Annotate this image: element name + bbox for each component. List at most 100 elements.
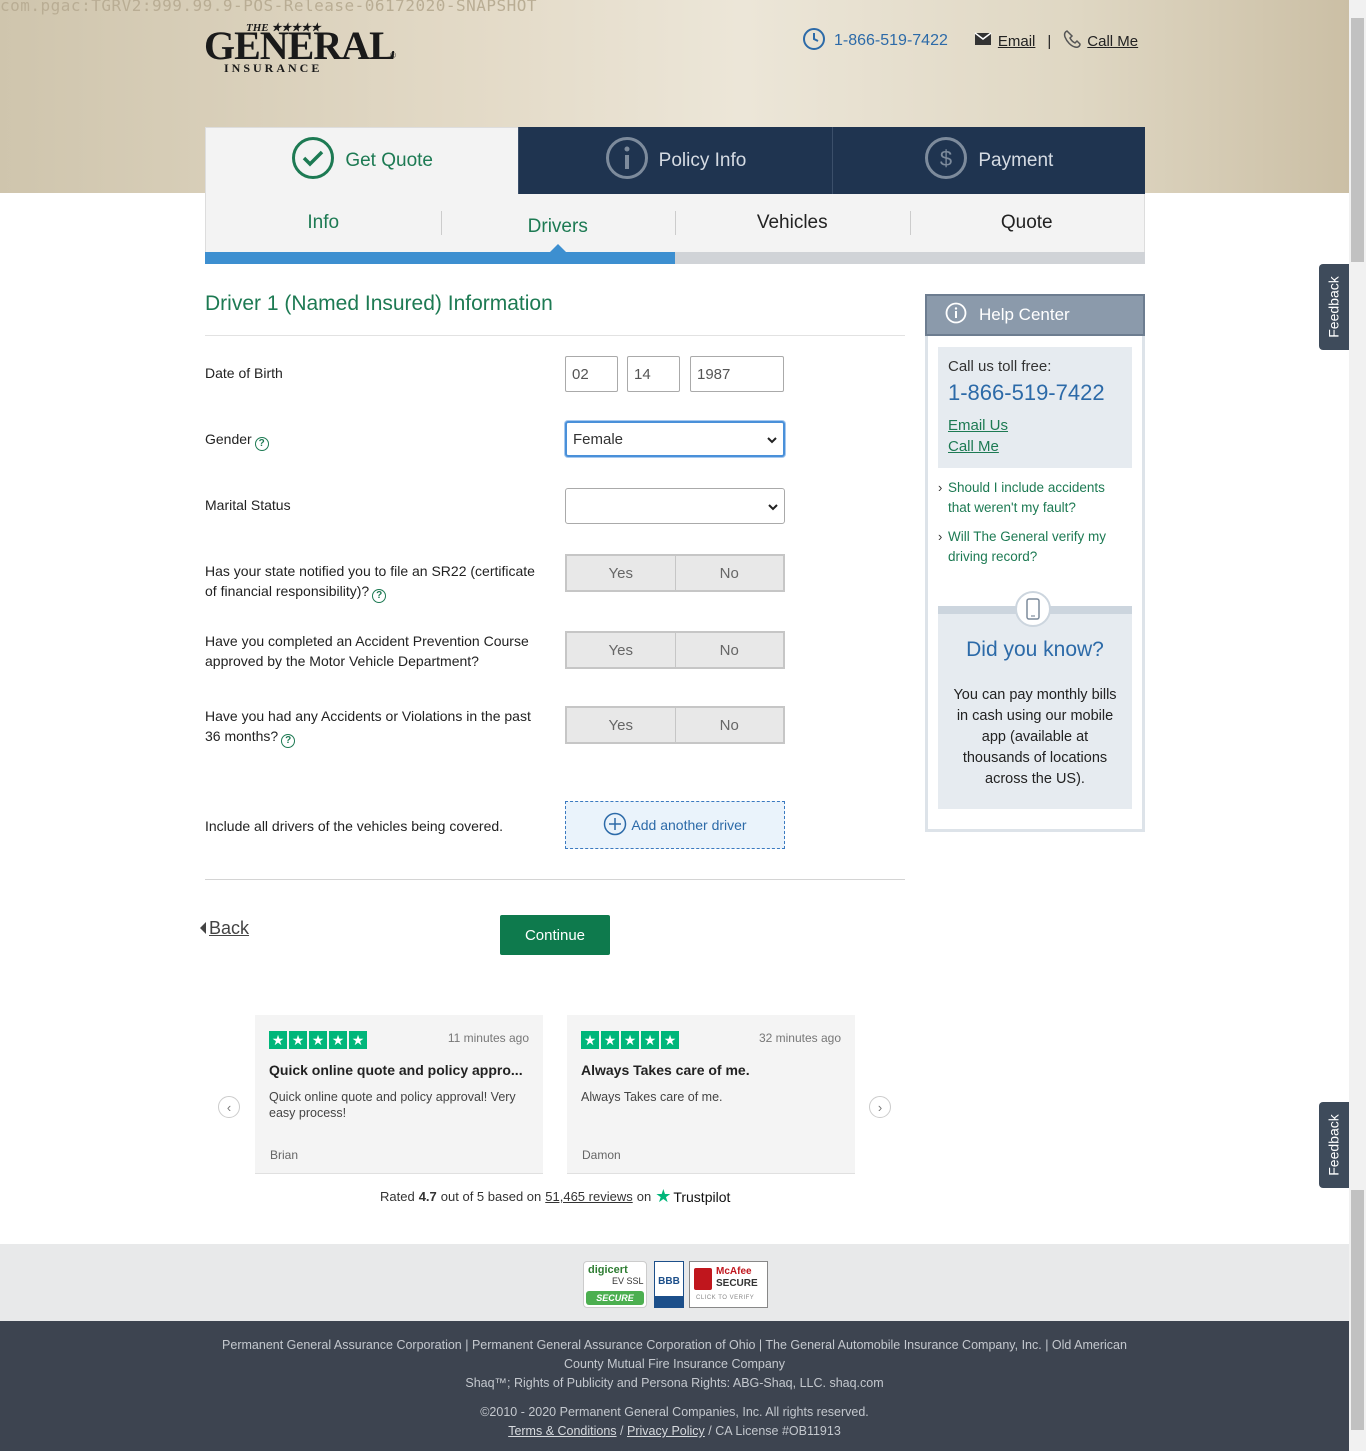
help-icon[interactable]: ? <box>372 589 387 603</box>
star-icon: ★ <box>641 1031 659 1049</box>
info-circle-icon <box>605 136 659 186</box>
footer-shaq-line: Shaq™; Rights of Publicity and Persona R… <box>465 1376 884 1390</box>
digicert-badge[interactable]: digicert EV SSL SECURE <box>583 1261 647 1308</box>
scrollbar-thumb[interactable] <box>1351 18 1364 262</box>
marital-select[interactable] <box>565 488 785 524</box>
feedback-label: Feedback <box>1326 1114 1343 1176</box>
svg-text:$: $ <box>940 146 952 171</box>
digicert-ev-text: EV SSL <box>612 1276 644 1286</box>
faq-link[interactable]: Will The General verify my driving recor… <box>938 527 1128 567</box>
header-phone[interactable]: 1-866-519-7422 <box>834 32 948 50</box>
star-icon: ★ <box>621 1031 639 1049</box>
dob-label: Date of Birth <box>205 365 283 381</box>
step-payment[interactable]: $ Payment <box>831 127 1145 194</box>
feedback-tab[interactable]: Feedback <box>1319 264 1349 350</box>
call-me-link[interactable]: Call Me <box>948 438 999 455</box>
feedback-label: Feedback <box>1326 276 1343 338</box>
gender-select[interactable]: Female <box>565 421 785 457</box>
header-call-me-link[interactable]: Call Me <box>1087 33 1138 50</box>
bbb-badge[interactable]: BBB <box>654 1261 684 1308</box>
phone-clock-icon <box>802 27 826 55</box>
build-banner: com.pgac:TGRV2:999.99.9-POS-Release-0617… <box>0 0 538 15</box>
call-us-label: Call us toll free: <box>948 358 1052 375</box>
sr22-question: Has your state notified you to file an S… <box>205 561 550 603</box>
footer-copyright: ©2010 - 2020 Permanent General Companies… <box>480 1405 869 1419</box>
gender-label: Gender <box>205 431 252 447</box>
course-no-button[interactable]: No <box>674 633 784 667</box>
step-get-quote[interactable]: Get Quote <box>205 127 519 194</box>
sr22-yes-button[interactable]: Yes <box>567 556 675 590</box>
accidents-yes-button[interactable]: Yes <box>567 708 675 742</box>
trustpilot-logo[interactable]: ★ Trustpilot <box>655 1186 730 1207</box>
review-time: 32 minutes ago <box>758 1031 841 1045</box>
tab-info[interactable]: Info <box>206 194 441 252</box>
dob-year-input[interactable] <box>690 356 784 392</box>
step-policy-info[interactable]: Policy Info <box>518 127 832 194</box>
scrollbar-thumb-lower[interactable] <box>1351 1190 1364 1430</box>
back-link[interactable]: Back <box>200 918 249 939</box>
help-center-title: Help Center <box>979 305 1070 324</box>
course-yes-button[interactable]: Yes <box>567 633 675 667</box>
footer-links: Terms & Conditions / Privacy Policy / CA… <box>0 1422 1349 1441</box>
step-label: Payment <box>978 149 1054 171</box>
accidents-toggle: Yes No <box>565 706 785 744</box>
footer-companies-line1: Permanent General Assurance Corporation … <box>222 1338 1127 1352</box>
trustpilot-rating: Rated 4.7 out of 5 based on 51,465 revie… <box>380 1186 730 1207</box>
accidents-question: Have you had any Accidents or Violations… <box>205 706 550 748</box>
mcafee-text: McAfee <box>716 1266 752 1277</box>
privacy-policy-link[interactable]: Privacy Policy <box>627 1424 705 1438</box>
sr22-toggle: Yes No <box>565 554 785 592</box>
review-body: Always Takes care of me. <box>581 1090 723 1104</box>
help-icon[interactable]: ? <box>254 437 269 451</box>
add-driver-button[interactable]: Add another driver <box>565 801 785 849</box>
star-icon: ★ <box>581 1031 599 1049</box>
sr22-label: Has your state notified you to file an S… <box>205 563 535 599</box>
rating-middle: out of 5 based on <box>440 1189 542 1204</box>
svg-text:INSURANCE: INSURANCE <box>224 61 322 75</box>
tab-vehicles[interactable]: Vehicles <box>675 194 910 252</box>
accidents-label: Have you had any Accidents or Violations… <box>205 708 531 744</box>
star-icon: ★ <box>269 1031 287 1049</box>
star-icon: ★ <box>661 1031 679 1049</box>
feedback-tab[interactable]: Feedback <box>1319 1102 1349 1188</box>
mobile-phone-icon <box>1015 591 1051 627</box>
step-label: Get Quote <box>345 150 433 171</box>
header-email-link[interactable]: Email <box>998 33 1036 50</box>
faq-link[interactable]: Should I include accidents that weren't … <box>938 478 1128 518</box>
dob-month-input[interactable] <box>565 356 618 392</box>
dob-day-input[interactable] <box>627 356 680 392</box>
the-general-logo[interactable]: THE ★★★★★ GENERAL ® INSURANCE <box>204 18 399 76</box>
star-icon: ★ <box>289 1031 307 1049</box>
caret-left-icon <box>200 918 206 939</box>
continue-button[interactable]: Continue <box>500 915 610 955</box>
rating-prefix: Rated <box>380 1189 415 1204</box>
phone-handset-icon <box>1063 30 1082 52</box>
reviews-count-link[interactable]: 51,465 reviews <box>545 1189 632 1204</box>
chevron-down-icon <box>767 431 777 448</box>
course-label: Have you completed an Accident Preventio… <box>205 633 529 669</box>
help-center-header: Help Center <box>925 294 1145 336</box>
digicert-text: digicert <box>588 1264 628 1276</box>
plus-circle-icon <box>603 812 631 839</box>
email-us-link[interactable]: Email Us <box>948 417 1008 434</box>
tab-quote[interactable]: Quote <box>909 194 1145 252</box>
ca-license: / CA License #OB11913 <box>708 1424 841 1438</box>
review-author: Damon <box>582 1148 621 1162</box>
envelope-icon <box>974 32 992 50</box>
accidents-no-button[interactable]: No <box>674 708 784 742</box>
help-phone[interactable]: 1-866-519-7422 <box>948 380 1105 406</box>
star-icon: ★ <box>329 1031 347 1049</box>
star-rating: ★ ★ ★ ★ ★ <box>269 1031 369 1049</box>
mcafee-shield-icon <box>694 1268 712 1290</box>
carousel-prev-arrow[interactable]: ‹ <box>218 1096 240 1118</box>
gender-select-value: Female <box>573 430 624 448</box>
sr22-no-button[interactable]: No <box>674 556 784 590</box>
sub-tabs: Info Drivers Vehicles Quote <box>205 194 1145 252</box>
terms-link[interactable]: Terms & Conditions <box>508 1424 616 1438</box>
header-contact: 1-866-519-7422 Email | Call Me <box>802 28 1138 54</box>
step-tabs: Get Quote Policy Info $ Payment <box>205 127 1145 194</box>
help-icon[interactable]: ? <box>281 734 296 748</box>
dollar-circle-icon: $ <box>924 136 978 186</box>
carousel-next-arrow[interactable]: › <box>869 1096 891 1118</box>
mcafee-badge[interactable]: McAfee SECURE CLICK TO VERIFY <box>689 1261 768 1308</box>
